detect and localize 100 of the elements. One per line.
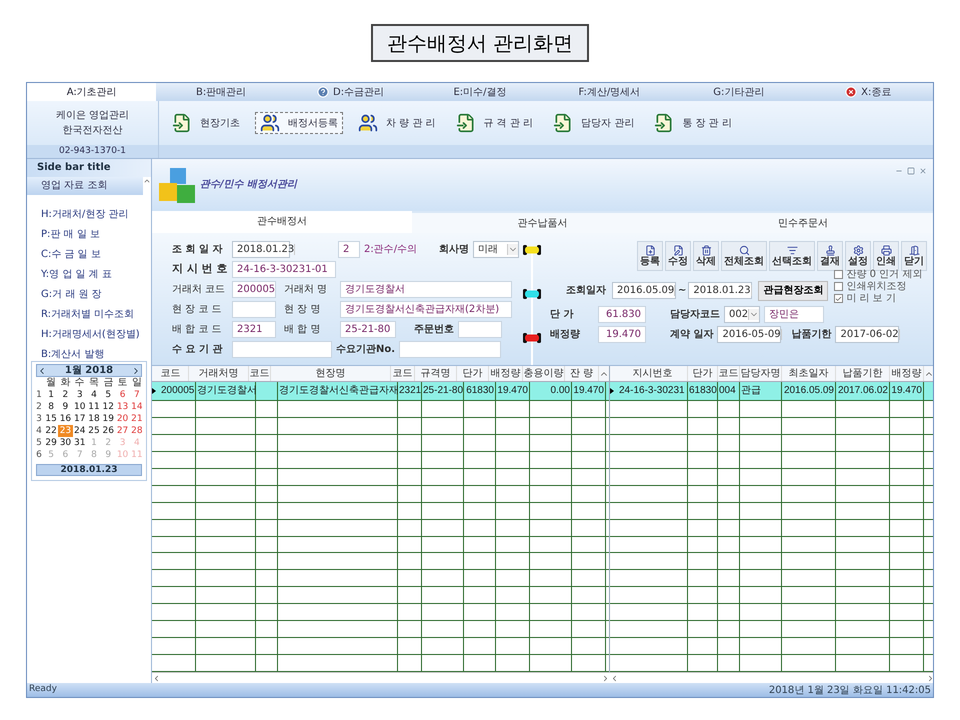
toolbar-button[interactable]: 등록 [637, 241, 663, 271]
calendar-day[interactable]: 9 [58, 401, 73, 413]
ribbon-button[interactable]: 배정서등록 [255, 112, 343, 134]
input-field[interactable] [232, 301, 276, 318]
ribbon-button[interactable]: 통 장 관 리 [649, 112, 737, 134]
calendar-day[interactable]: 1 [44, 389, 58, 401]
checkbox[interactable] [834, 282, 844, 291]
calendar-day[interactable]: 7 [130, 389, 144, 401]
toolbar-button[interactable]: 선택조회 [769, 241, 815, 271]
scroll-left-icon[interactable] [610, 674, 619, 682]
sidebar-link[interactable]: H:거래명세서(현장별) [41, 329, 151, 341]
site-search-button[interactable]: 관급현장조회 [758, 280, 828, 300]
menu-item[interactable]: X:종료 [804, 83, 933, 101]
column-header[interactable]: 코드 [249, 366, 271, 381]
horizontal-scrollbar[interactable] [152, 672, 610, 683]
tab[interactable]: 민수주문서 [672, 213, 933, 233]
checkbox[interactable] [834, 294, 844, 303]
date-dropdown[interactable]: 2016-05-09 [717, 326, 782, 343]
sidebar-link[interactable]: P:판 매 일 보 [41, 229, 151, 241]
menu-item[interactable]: B:판매관리 [156, 83, 286, 101]
calendar-day[interactable]: 2 [58, 389, 73, 401]
dropdown[interactable]: 002 [724, 306, 760, 323]
calendar-day[interactable]: 26 [101, 425, 116, 437]
input-field[interactable]: 24-16-3-30231-01 [232, 261, 336, 278]
maximize-icon[interactable] [907, 167, 915, 175]
calendar-day[interactable]: 19 [101, 413, 116, 425]
calendar-day[interactable]: 21 [130, 413, 144, 425]
calendar-day[interactable]: 31 [72, 437, 87, 449]
toolbar-button[interactable]: 인쇄 [873, 241, 899, 271]
toolbar-button[interactable]: 삭제 [693, 241, 719, 271]
calendar-day[interactable]: 28 [130, 425, 144, 437]
input-field[interactable]: 2321 [232, 321, 276, 338]
date-dropdown[interactable]: 2017-06-02 [835, 326, 900, 343]
input-field[interactable] [458, 321, 502, 338]
input-field[interactable]: 25-21-80 [340, 321, 396, 338]
menu-item[interactable]: D:수금관리 [286, 83, 416, 101]
column-header[interactable]: 담당자명 [740, 366, 782, 381]
column-header[interactable]: 단가 [457, 366, 489, 381]
toolbar-button[interactable]: 수정 [665, 241, 691, 271]
input-field[interactable]: 19.470 [598, 326, 646, 343]
dropdown[interactable]: 미래 [473, 241, 520, 258]
input-field[interactable]: 경기도경찰서신축관급자재(2차분) [340, 301, 512, 318]
toolbar-button[interactable]: 닫기 [901, 241, 927, 271]
calendar-day[interactable]: 13 [115, 401, 130, 413]
calendar-day[interactable]: 4 [86, 389, 102, 401]
calendar-day[interactable]: 20 [115, 413, 130, 425]
sidebar-link[interactable]: C:수 금 일 보 [41, 249, 151, 261]
calendar-day[interactable]: 27 [115, 425, 130, 437]
input-field[interactable]: 61.830 [598, 306, 646, 323]
sidebar-link[interactable]: H:거래처/현장 관리 [41, 209, 151, 221]
sidebar-link[interactable]: B:계산서 발행 [41, 349, 151, 361]
toolbar-button[interactable]: 설정 [845, 241, 871, 271]
today-button[interactable]: 2018.01.23 [36, 464, 142, 476]
column-header[interactable]: 코드 [391, 366, 415, 381]
input-field[interactable] [399, 341, 502, 358]
calendar-day[interactable]: 17 [72, 413, 87, 425]
sidebar-link[interactable]: Y:영 업 일 계 표 [41, 269, 151, 281]
scroll-left-icon[interactable] [152, 674, 161, 682]
ribbon-button[interactable]: 현장기초 [167, 112, 245, 134]
input-field[interactable] [232, 341, 332, 358]
table-row[interactable]: 24-16-3-30231 61830 004 관급 2016.05.09 2017.06.02 19.470 [610, 382, 933, 401]
menu-item[interactable]: E:미수/결정 [415, 83, 545, 101]
calendar-day[interactable]: 16 [58, 413, 73, 425]
checkbox[interactable] [834, 270, 844, 279]
date-dropdown[interactable]: 2018.01.23 [688, 282, 752, 299]
input-field[interactable]: 200005 [232, 281, 276, 298]
column-header[interactable]: 코드 [718, 366, 740, 381]
sidebar-link[interactable]: R:거래처별 미수조회 [41, 309, 151, 321]
calendar-day[interactable]: 8 [44, 401, 58, 413]
column-header[interactable]: 단가 [688, 366, 718, 381]
calendar-day[interactable]: 18 [86, 413, 102, 425]
column-header[interactable]: 배정량 [890, 366, 924, 381]
calendar-day[interactable]: 24 [72, 425, 87, 437]
toolbar-button[interactable]: 전체조회 [721, 241, 767, 271]
calendar-day[interactable]: 5 [101, 389, 116, 401]
calendar-day[interactable]: 14 [130, 401, 144, 413]
calendar-day[interactable]: 12 [101, 401, 116, 413]
column-header[interactable]: 현장명 [271, 366, 391, 381]
calendar-day[interactable]: 25 [86, 425, 102, 437]
calendar-day[interactable]: 6 [115, 389, 130, 401]
column-header[interactable]: 최초일자 [782, 366, 836, 381]
ribbon-button[interactable]: 차 량 관 리 [353, 112, 441, 134]
column-header[interactable]: 납품기한 [836, 366, 890, 381]
calendar-day[interactable]: 15 [44, 413, 58, 425]
ribbon-button[interactable]: 담당자 관리 [548, 112, 640, 134]
column-header[interactable]: 배정량 [489, 366, 523, 381]
calendar-day[interactable]: 22 [44, 425, 58, 437]
toolbar-button[interactable]: 결재 [817, 241, 843, 271]
scroll-right-icon[interactable] [601, 674, 610, 682]
sidebar-group-header[interactable]: 영업 자료 조회 [27, 177, 143, 195]
calendar-day[interactable]: 10 [72, 401, 87, 413]
column-header[interactable]: 충용이량 [523, 366, 565, 381]
column-header[interactable]: 코드 [153, 366, 189, 381]
tab[interactable]: 관수납품서 [412, 213, 673, 233]
sidebar-link[interactable]: G:거 래 원 장 [41, 289, 151, 301]
scroll-right-icon[interactable] [926, 674, 933, 682]
horizontal-scrollbar[interactable] [610, 672, 933, 683]
ribbon-button[interactable]: 규 격 관 리 [450, 112, 538, 134]
column-header[interactable]: 잔 량 [565, 366, 599, 381]
calendar-day[interactable]: 11 [86, 401, 102, 413]
